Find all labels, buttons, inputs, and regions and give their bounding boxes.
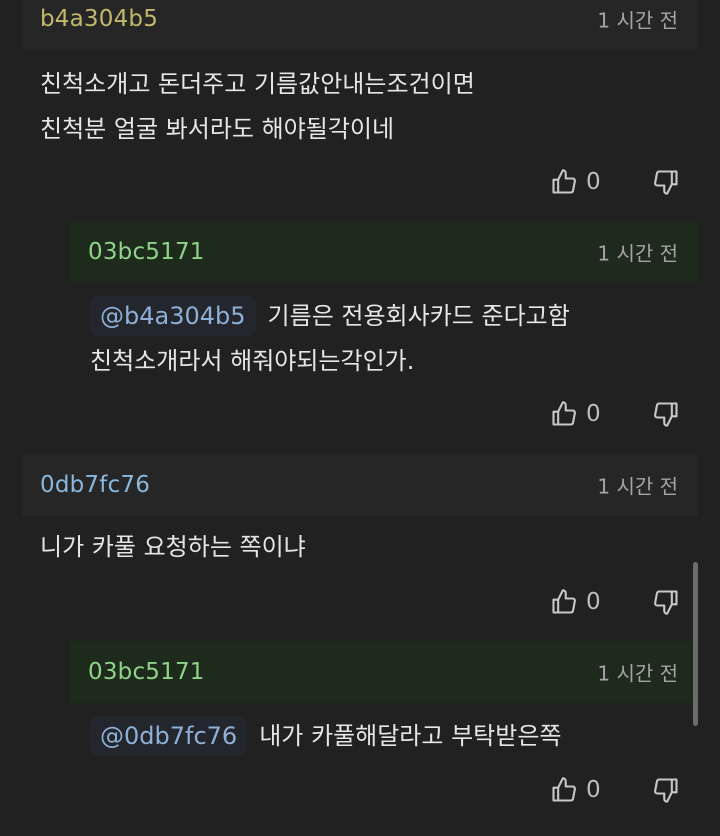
thumbs-down-icon[interactable] bbox=[652, 168, 680, 196]
reply-votes: 0 bbox=[550, 394, 680, 434]
thumbs-up-icon[interactable] bbox=[550, 168, 578, 196]
like-count: 0 bbox=[586, 777, 601, 803]
like-count: 0 bbox=[586, 401, 601, 427]
comment-time: 1 시간 전 bbox=[597, 474, 678, 499]
comment-username[interactable]: b4a304b5 bbox=[40, 6, 158, 32]
comment-header: b4a304b5 1 시간 전 bbox=[22, 0, 698, 50]
comment-text-line: 친척소개고 돈더주고 기름값안내는조건이면 bbox=[40, 70, 475, 98]
reply-votes: 0 bbox=[550, 770, 680, 810]
comment-votes: 0 bbox=[550, 162, 680, 202]
comment-time: 1 시간 전 bbox=[597, 8, 678, 33]
reply-header: 03bc5171 1 시간 전 bbox=[70, 641, 698, 703]
reply-text-line: 친척소개라서 해줘야되는각인가. bbox=[90, 347, 415, 375]
comment-username[interactable]: 0db7fc76 bbox=[40, 472, 150, 498]
thumbs-up-icon[interactable] bbox=[550, 588, 578, 616]
thumbs-down-icon[interactable] bbox=[652, 400, 680, 428]
comment-votes: 0 bbox=[550, 582, 680, 622]
comment-text-line: 니가 카풀 요청하는 쪽이냐 bbox=[40, 533, 306, 561]
reply-text-line: @b4a304b5 기름은 전용회사카드 준다고함 bbox=[90, 293, 570, 339]
reply-text: 내가 카풀해달라고 부탁받은쪽 bbox=[259, 722, 562, 750]
thumbs-up-icon[interactable] bbox=[550, 776, 578, 804]
reply-username[interactable]: 03bc5171 bbox=[88, 239, 205, 265]
scrollbar[interactable] bbox=[693, 562, 698, 726]
mention-tag[interactable]: @0db7fc76 bbox=[90, 716, 248, 756]
comment-header: 0db7fc76 1 시간 전 bbox=[22, 454, 698, 516]
thumbs-down-icon[interactable] bbox=[652, 588, 680, 616]
thumbs-down-icon[interactable] bbox=[652, 776, 680, 804]
like-count: 0 bbox=[586, 169, 601, 195]
thumbs-up-icon[interactable] bbox=[550, 400, 578, 428]
like-count: 0 bbox=[586, 589, 601, 615]
reply-username[interactable]: 03bc5171 bbox=[88, 659, 205, 685]
reply-header: 03bc5171 1 시간 전 bbox=[70, 221, 698, 283]
reply-text-line: @0db7fc76 내가 카풀해달라고 부탁받은쪽 bbox=[90, 713, 562, 759]
reply-time: 1 시간 전 bbox=[597, 661, 678, 686]
comment-text-line: 친척분 얼굴 봐서라도 해야될각이네 bbox=[40, 115, 395, 143]
reply-time: 1 시간 전 bbox=[597, 241, 678, 266]
reply-text: 기름은 전용회사카드 준다고함 bbox=[267, 302, 570, 330]
mention-tag[interactable]: @b4a304b5 bbox=[90, 296, 256, 336]
